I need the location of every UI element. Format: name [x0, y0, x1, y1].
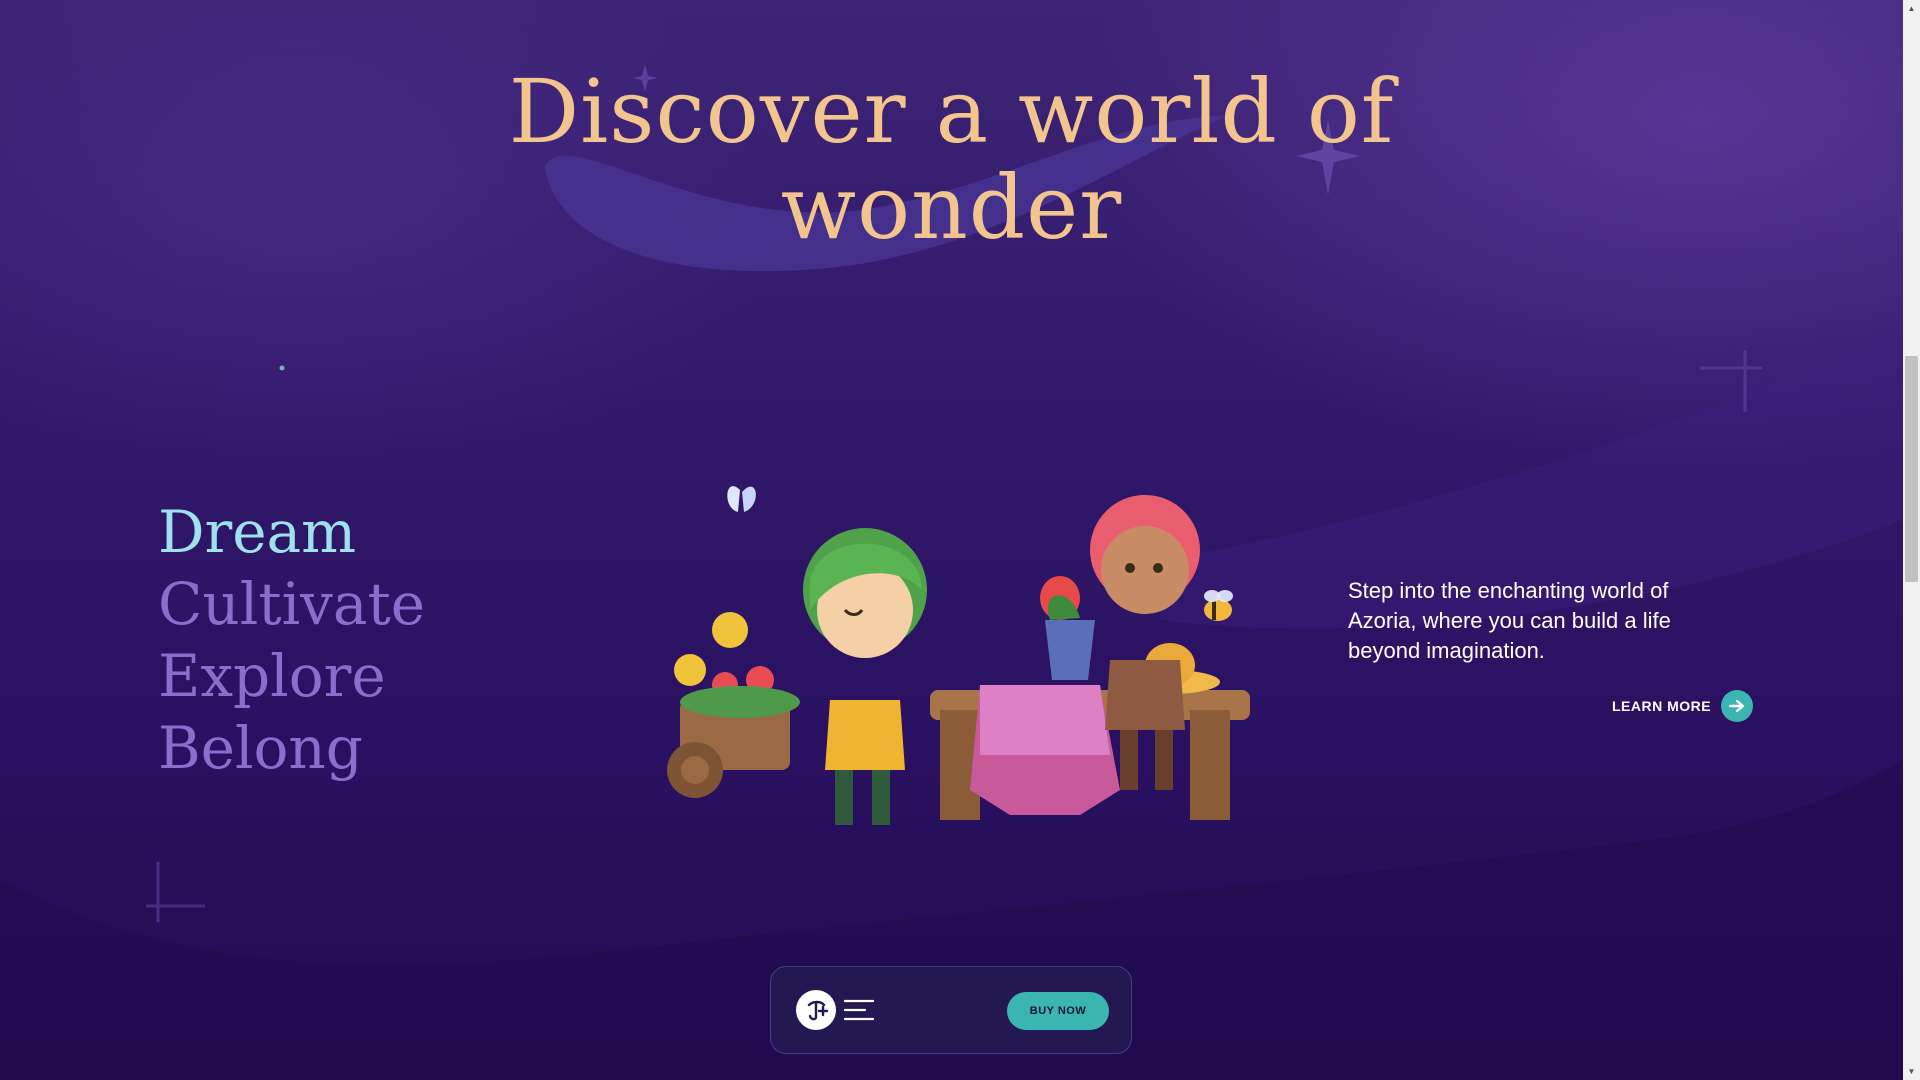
floating-navbar: BUY NOW [770, 966, 1132, 1054]
feature-word-list: Dream Cultivate Explore Belong [158, 496, 425, 784]
feature-word-dream[interactable]: Dream [158, 496, 425, 568]
character-green-hair [803, 528, 927, 825]
table [930, 643, 1250, 820]
arrow-right-icon [1721, 690, 1754, 722]
butterfly-icon [727, 486, 756, 512]
hero-illustration [667, 486, 1250, 825]
flower-cart [667, 612, 800, 798]
intro-description: Step into the enchanting world of Azoria… [1348, 578, 1671, 663]
scroll-down-icon[interactable]: ▼ [1903, 1063, 1920, 1080]
scroll-up-icon[interactable]: ▲ [1903, 0, 1920, 17]
learn-more-link[interactable]: LEARN MORE [1612, 690, 1754, 722]
hero-title-line-1: Discover a world of [508, 60, 1395, 163]
hero-title-line-2: wonder [780, 156, 1123, 259]
bee-icon [1204, 590, 1233, 621]
feature-word-explore[interactable]: Explore [158, 640, 425, 712]
page-scrollbar[interactable]: ▲ ▼ [1903, 0, 1920, 1080]
scrollbar-thumb[interactable] [1905, 356, 1918, 582]
hamburger-menu-icon[interactable] [843, 997, 875, 1023]
feature-word-cultivate[interactable]: Cultivate [158, 568, 425, 640]
vase [1040, 576, 1095, 680]
brand-logo-icon[interactable] [796, 990, 836, 1030]
hero-title: Discover a world of wonder [0, 64, 1903, 256]
landing-page: Discover a world of wonder Dream Cultiva… [0, 0, 1903, 1080]
feature-word-belong[interactable]: Belong [158, 712, 425, 784]
buy-now-button[interactable]: BUY NOW [1007, 992, 1109, 1030]
learn-more-label: LEARN MORE [1612, 698, 1712, 714]
